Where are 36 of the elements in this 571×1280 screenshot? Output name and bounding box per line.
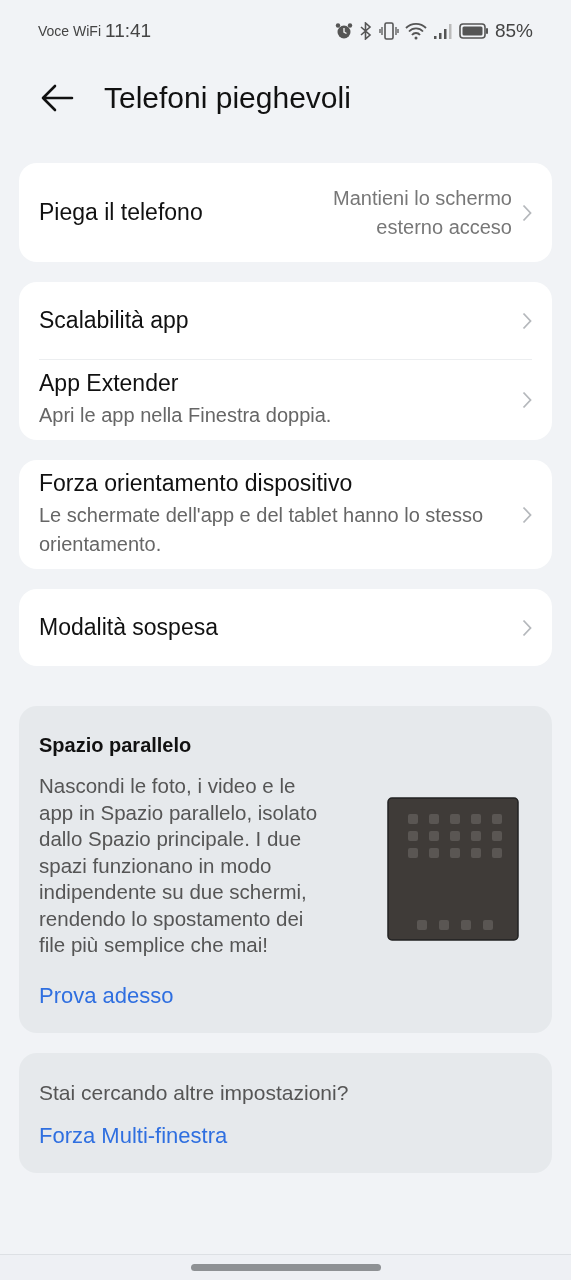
settings-link[interactable]: Forza Multi-finestra [39, 1122, 228, 1149]
item-description: Le schermate dell'app e del tablet hanno lo stesso orientamento. [39, 503, 485, 557]
chevron-icon [522, 203, 532, 222]
battery-icon [458, 22, 489, 40]
clock-time: 11:41 [105, 20, 152, 42]
home-handle[interactable] [190, 1264, 381, 1271]
item-value: Mantieni lo schermo esterno acceso [332, 185, 512, 240]
item-title: App Extender [39, 370, 180, 397]
item-title: Piega il telefono [39, 199, 204, 226]
settings-item[interactable]: Forza orientamento dispositivo Le schermate dell'app e del tablet hanno lo stesso orientamento. [39, 460, 532, 569]
chevron-icon [522, 618, 532, 637]
item-title: Forza orientamento dispositivo [39, 470, 354, 497]
more-settings-question: Stai cercando altre impostazioni? [39, 1080, 350, 1105]
item-title: Modalità sospesa [39, 614, 219, 641]
alarm-icon [334, 22, 353, 40]
chevron-icon [522, 505, 532, 524]
promo-title: Spazio parallelo [39, 734, 193, 757]
vibrate-icon [378, 22, 399, 40]
item-description: Apri le app nella Finestra doppia. [39, 403, 333, 428]
bluetooth-icon [358, 22, 373, 40]
item-title: Scalabilità app [39, 307, 190, 334]
chevron-icon [522, 311, 532, 330]
back-arrow-icon [40, 84, 74, 112]
settings-item[interactable]: Modalità sospesa [39, 589, 532, 666]
signal-icon [432, 22, 453, 40]
settings-item[interactable]: Scalabilità app [39, 282, 532, 359]
wifi-icon [404, 22, 427, 40]
settings-item[interactable]: App Extender Apri le app nella Finestra doppia. [39, 359, 532, 440]
carrier-label: Voce WiFi [38, 23, 101, 39]
page-title: Telefoni pieghevoli [104, 81, 351, 115]
chevron-icon [522, 391, 532, 409]
promo-text: Nascondi le foto, i video e le app in Spazio parallelo, isolato dallo Spazio principale. I due spazi funzionano in modo indipendente su due schermi, rendendo lo spostamento dei file più semplice che mai! [39, 773, 319, 958]
back-button[interactable] [40, 84, 74, 112]
settings-item[interactable]: Piega il telefono Mantieni lo schermo esterno acceso [39, 163, 532, 262]
battery-percentage: 85% [494, 20, 533, 42]
try-now-link[interactable]: Prova adesso [39, 982, 174, 1009]
